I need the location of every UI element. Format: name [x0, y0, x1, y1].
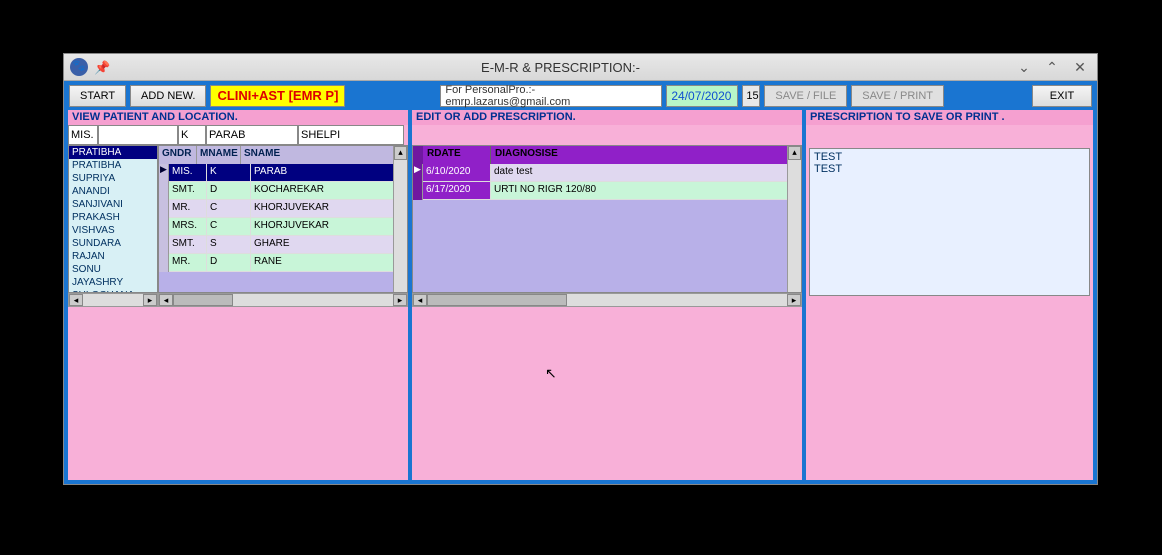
location-input[interactable]	[298, 125, 404, 145]
prescription-panel: EDIT OR ADD PRESCRIPTION. RDATE DIAGNOSI…	[412, 110, 802, 480]
list-item[interactable]: PRATIBHA	[69, 159, 157, 172]
table-row[interactable]: ▶ MIS. K PARAB	[159, 164, 407, 182]
scroll-thumb[interactable]	[173, 294, 233, 306]
prescription-grid[interactable]: RDATE DIAGNOSISE ▶ 6/10/2020 date test 6…	[412, 145, 802, 293]
patient-filter-row	[68, 125, 408, 145]
list-item[interactable]: VISHVAS	[69, 224, 157, 237]
prescription-output[interactable]: TEST TEST	[809, 148, 1090, 296]
prescription-panel-header: EDIT OR ADD PRESCRIPTION.	[412, 110, 802, 125]
vertical-scrollbar[interactable]: ▴	[787, 146, 801, 292]
exit-button[interactable]: EXIT	[1032, 85, 1092, 107]
patient-panel-header: VIEW PATIENT AND LOCATION.	[68, 110, 408, 125]
col-mname[interactable]: MNAME	[197, 146, 241, 164]
list-item[interactable]: PRATIBHA	[69, 146, 157, 159]
list-item[interactable]: SONU	[69, 263, 157, 276]
output-panel: PRESCRIPTION TO SAVE OR PRINT . TEST TES…	[806, 110, 1093, 480]
table-row[interactable]: SMT. S GHARE	[159, 236, 407, 254]
patient-grid[interactable]: GNDR MNAME SNAME ▶ MIS. K PARAB SMT. D	[158, 145, 408, 293]
table-row[interactable]: MRS. C KHORJUVEKAR	[159, 218, 407, 236]
table-row[interactable]: MR. D RANE	[159, 254, 407, 272]
pin-icon[interactable]: 📌	[94, 60, 108, 74]
fname-input[interactable]	[98, 125, 178, 145]
col-diagnosis[interactable]: DIAGNOSISE	[491, 146, 801, 164]
app-icon	[70, 58, 88, 76]
list-item[interactable]: SUPRIYA	[69, 172, 157, 185]
table-row[interactable]: SMT. D KOCHAREKAR	[159, 182, 407, 200]
vertical-scrollbar[interactable]: ▴	[393, 146, 407, 292]
content-area: VIEW PATIENT AND LOCATION. PRATIBHA PRAT…	[64, 110, 1097, 484]
scroll-right-icon[interactable]: ▸	[393, 294, 407, 306]
save-print-button[interactable]: SAVE / PRINT	[851, 85, 944, 107]
col-gndr[interactable]: GNDR	[159, 146, 197, 164]
scroll-up-icon[interactable]: ▴	[788, 146, 801, 160]
day-label: 15	[742, 85, 760, 107]
toolbar: START ADD NEW. CLINI+AST [EMR P] For Per…	[64, 81, 1097, 110]
grid-h-scroll[interactable]: ◂ ▸	[158, 293, 408, 307]
list-item[interactable]: JAYASHRY	[69, 276, 157, 289]
output-line: TEST	[814, 151, 1085, 163]
presc-h-scroll[interactable]: ◂ ▸	[412, 293, 802, 307]
scroll-left-icon[interactable]: ◂	[159, 294, 173, 306]
patient-name-list[interactable]: PRATIBHA PRATIBHA SUPRIYA ANANDI SANJIVA…	[68, 145, 158, 293]
patient-panel: VIEW PATIENT AND LOCATION. PRATIBHA PRAT…	[68, 110, 408, 480]
list-item[interactable]: SUNDARA	[69, 237, 157, 250]
date-input[interactable]	[666, 85, 738, 107]
output-panel-header: PRESCRIPTION TO SAVE OR PRINT .	[806, 110, 1093, 125]
mname-input[interactable]	[178, 125, 206, 145]
scroll-right-icon[interactable]: ▸	[143, 294, 157, 306]
list-h-scroll[interactable]: ◂ ▸	[68, 293, 158, 307]
add-new-button[interactable]: ADD NEW.	[130, 85, 206, 107]
scroll-left-icon[interactable]: ◂	[413, 294, 427, 306]
list-item[interactable]: RAJAN	[69, 250, 157, 263]
col-sname[interactable]: SNAME	[241, 146, 407, 164]
close-icon[interactable]: ✕	[1069, 59, 1091, 75]
minimize-icon[interactable]: ⌄	[1013, 59, 1035, 75]
table-row[interactable]: MR. C KHORJUVEKAR	[159, 200, 407, 218]
scroll-right-icon[interactable]: ▸	[787, 294, 801, 306]
list-item[interactable]: ANANDI	[69, 185, 157, 198]
main-window: 📌 E-M-R & PRESCRIPTION:- ⌄ ⌃ ✕ START ADD…	[63, 53, 1098, 485]
table-row[interactable]: 6/17/2020 URTI NO RIGR 120/80	[413, 182, 801, 200]
scroll-up-icon[interactable]: ▴	[394, 146, 407, 160]
scroll-thumb[interactable]	[427, 294, 567, 306]
list-item[interactable]: PRAKASH	[69, 211, 157, 224]
app-name-label: CLINI+AST [EMR P]	[210, 85, 345, 107]
maximize-icon[interactable]: ⌃	[1041, 59, 1063, 75]
output-line: TEST	[814, 163, 1085, 175]
sname-input[interactable]	[206, 125, 298, 145]
list-item[interactable]: SANJIVANI	[69, 198, 157, 211]
scroll-left-icon[interactable]: ◂	[69, 294, 83, 306]
title-input[interactable]	[68, 125, 98, 145]
table-row[interactable]: ▶ 6/10/2020 date test	[413, 164, 801, 182]
window-title: E-M-R & PRESCRIPTION:-	[114, 60, 1007, 75]
title-bar: 📌 E-M-R & PRESCRIPTION:- ⌄ ⌃ ✕	[64, 54, 1097, 81]
col-rdate[interactable]: RDATE	[423, 146, 491, 164]
email-label: For PersonalPro.:-emrp.lazarus@gmail.com	[440, 85, 662, 107]
start-button[interactable]: START	[69, 85, 126, 107]
save-file-button[interactable]: SAVE / FILE	[764, 85, 847, 107]
